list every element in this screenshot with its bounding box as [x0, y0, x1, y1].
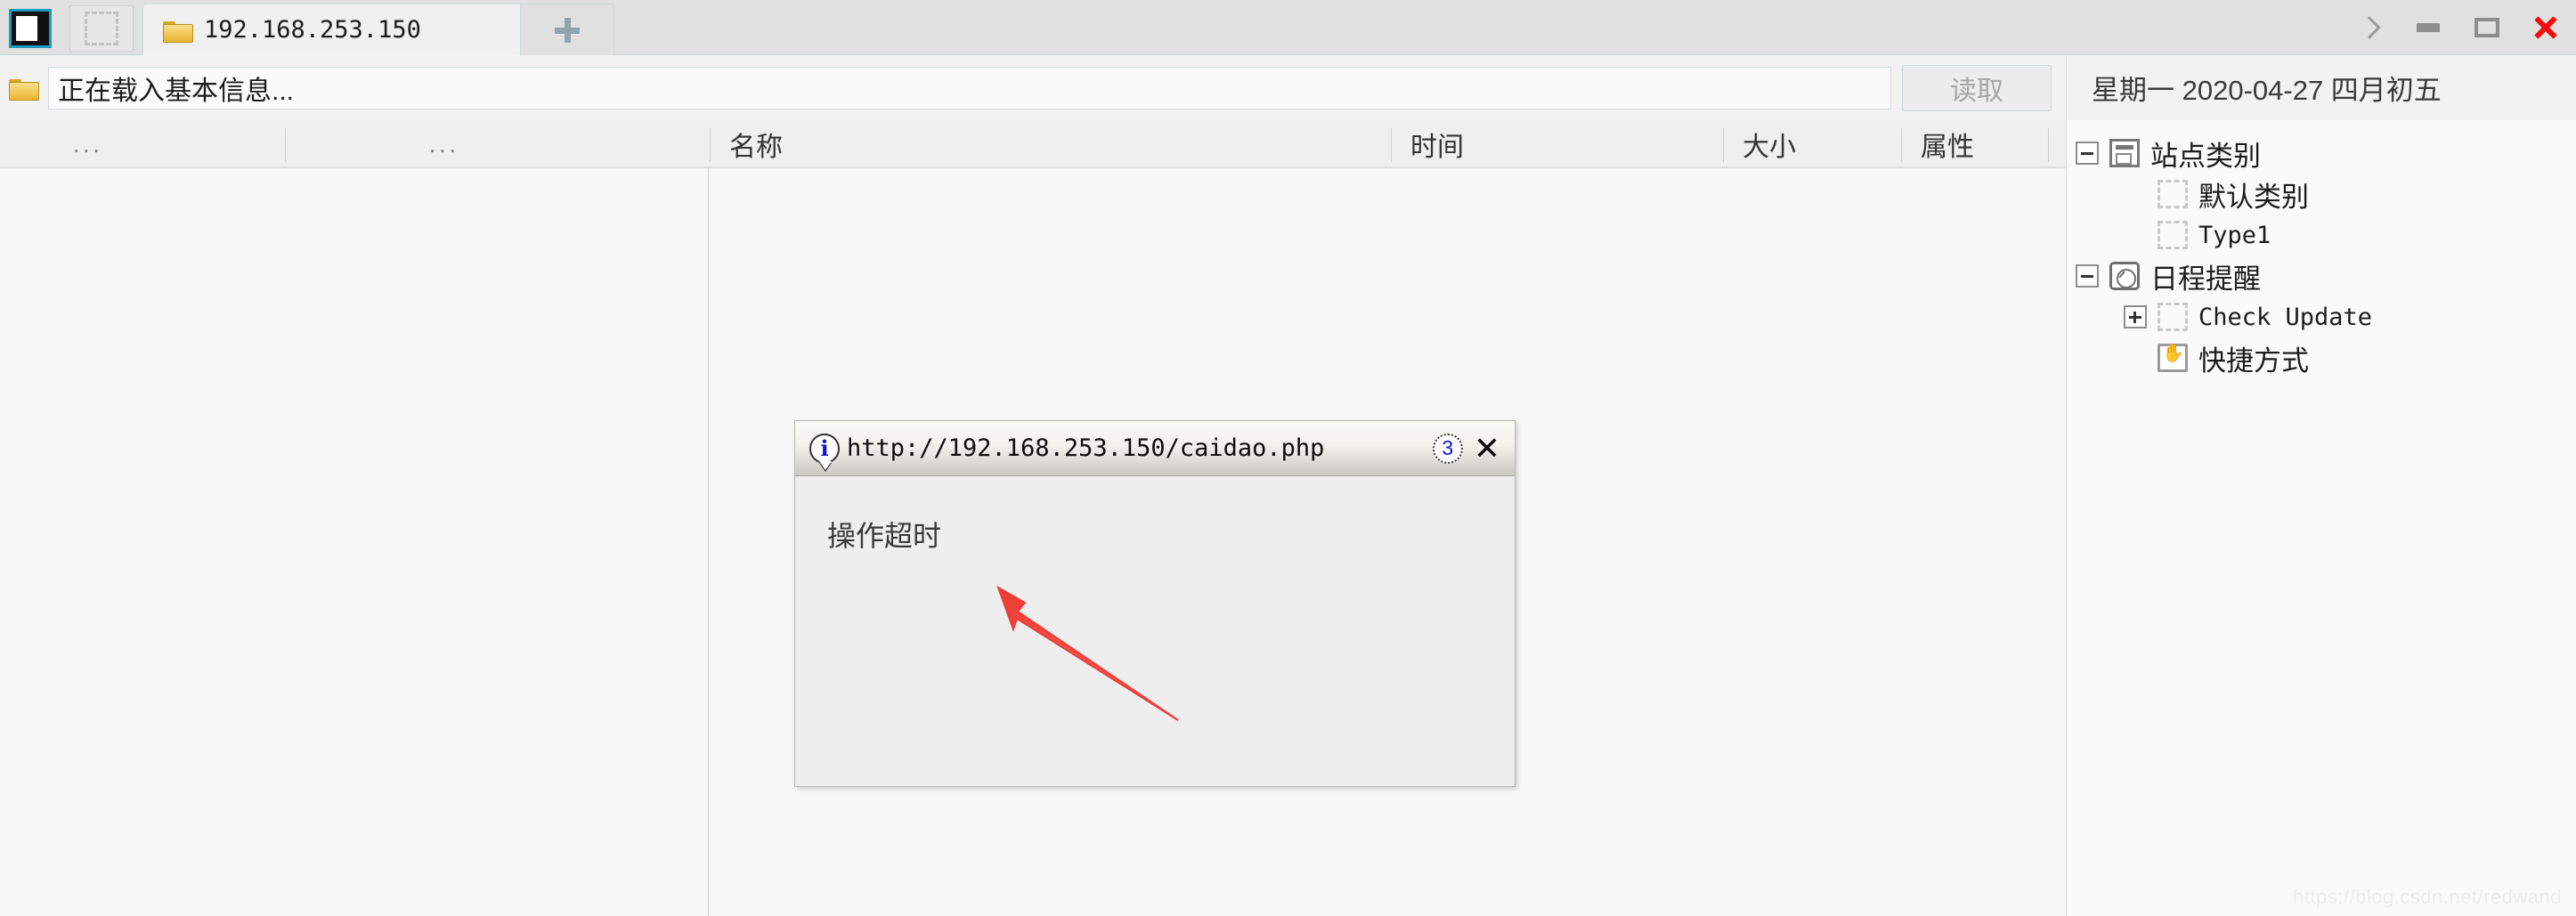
address-bar: 正在载入基本信息... 读取 — [0, 55, 2066, 120]
hand-icon — [2158, 342, 2188, 372]
tree-item-label: Check Update — [2198, 303, 2373, 331]
window-controls — [2352, 0, 2564, 55]
window-icon — [2109, 139, 2140, 167]
column-header-0[interactable]: ... — [53, 120, 285, 168]
column-header-size[interactable]: 大小 — [1723, 120, 1901, 168]
annotation-arrow-icon — [996, 585, 1179, 721]
dialog-close-button[interactable]: ✕ — [1474, 432, 1506, 465]
new-tab-button[interactable] — [520, 4, 614, 55]
watermark: https://blog.csdn.net/redwand — [2293, 886, 2562, 908]
dialog-body: 操作超时 — [795, 476, 1515, 786]
minimize-button[interactable] — [2410, 10, 2446, 45]
column-header-1[interactable]: ... — [410, 120, 695, 168]
address-input-value: 正在载入基本信息... — [58, 76, 295, 106]
tree-item-label: Type1 — [2198, 221, 2271, 249]
folder-icon — [163, 19, 193, 43]
chevron-right-icon[interactable] — [2352, 10, 2387, 45]
tree-item-schedule-reminder[interactable]: 日程提醒 — [2067, 255, 2576, 296]
dialog-count-badge: 3 — [1432, 433, 1463, 464]
dialog-title-text: http://192.168.253.150/caidao.php — [847, 434, 1325, 462]
dashed-icon — [2158, 180, 2188, 208]
tree-item-site-category[interactable]: 站点类别 — [2067, 133, 2576, 174]
column-header-attributes[interactable]: 属性 — [1901, 120, 2066, 168]
tree-item-label: 站点类别 — [2150, 140, 2261, 172]
tree-item-label: 快捷方式 — [2198, 345, 2309, 377]
tree-item-shortcuts[interactable]: 快捷方式 — [2067, 337, 2576, 378]
column-header-name[interactable]: 名称 — [710, 120, 1395, 168]
tree-item-type1[interactable]: Type1 — [2067, 215, 2576, 255]
panel-toggle-button[interactable] — [7, 6, 53, 50]
site-tree-panel[interactable]: 站点类别 默认类别 Type1 日程提醒 Check Update 快捷方式 — [2066, 120, 2576, 916]
folder-icon — [9, 77, 39, 101]
clock-icon — [2109, 262, 2140, 290]
dashed-placeholder-icon — [85, 12, 118, 45]
expand-icon[interactable] — [2124, 305, 2147, 328]
date-text: 星期一 2020-04-27 四月初五 — [2092, 75, 2442, 106]
placeholder-button[interactable] — [69, 5, 134, 52]
collapse-icon[interactable] — [2076, 264, 2099, 288]
info-icon: i — [809, 433, 840, 464]
plus-icon — [555, 17, 580, 43]
read-button[interactable]: 读取 — [1902, 64, 2052, 111]
tree-item-label: 默认类别 — [2198, 181, 2309, 213]
tree-item-default-category[interactable]: 默认类别 — [2067, 174, 2576, 215]
column-header-time[interactable]: 时间 — [1391, 120, 1738, 168]
tab-site-192-168-253-150[interactable]: 192.168.253.150 — [142, 4, 552, 55]
maximize-button[interactable] — [2469, 10, 2505, 45]
date-bar: 星期一 2020-04-27 四月初五 — [2066, 55, 2576, 120]
dashed-icon — [2158, 221, 2188, 249]
tree-item-label: 日程提醒 — [2150, 263, 2261, 295]
tree-list-panel[interactable] — [0, 168, 709, 916]
tab-bar: 192.168.253.150 — [0, 0, 2576, 55]
tree-item-check-update[interactable]: Check Update — [2067, 296, 2576, 337]
tab-label: 192.168.253.150 — [204, 16, 421, 44]
collapse-icon[interactable] — [2076, 142, 2099, 165]
panel-icon — [9, 8, 52, 48]
dialog-title-bar[interactable]: i http://192.168.253.150/caidao.php 3 ✕ — [795, 421, 1515, 476]
message-dialog[interactable]: i http://192.168.253.150/caidao.php 3 ✕ … — [794, 420, 1516, 787]
address-input[interactable]: 正在载入基本信息... — [48, 66, 1891, 109]
dashed-icon — [2158, 303, 2188, 331]
column-header-row: ... ... 名称 时间 大小 属性 — [0, 120, 2066, 168]
close-button[interactable] — [2528, 10, 2564, 45]
